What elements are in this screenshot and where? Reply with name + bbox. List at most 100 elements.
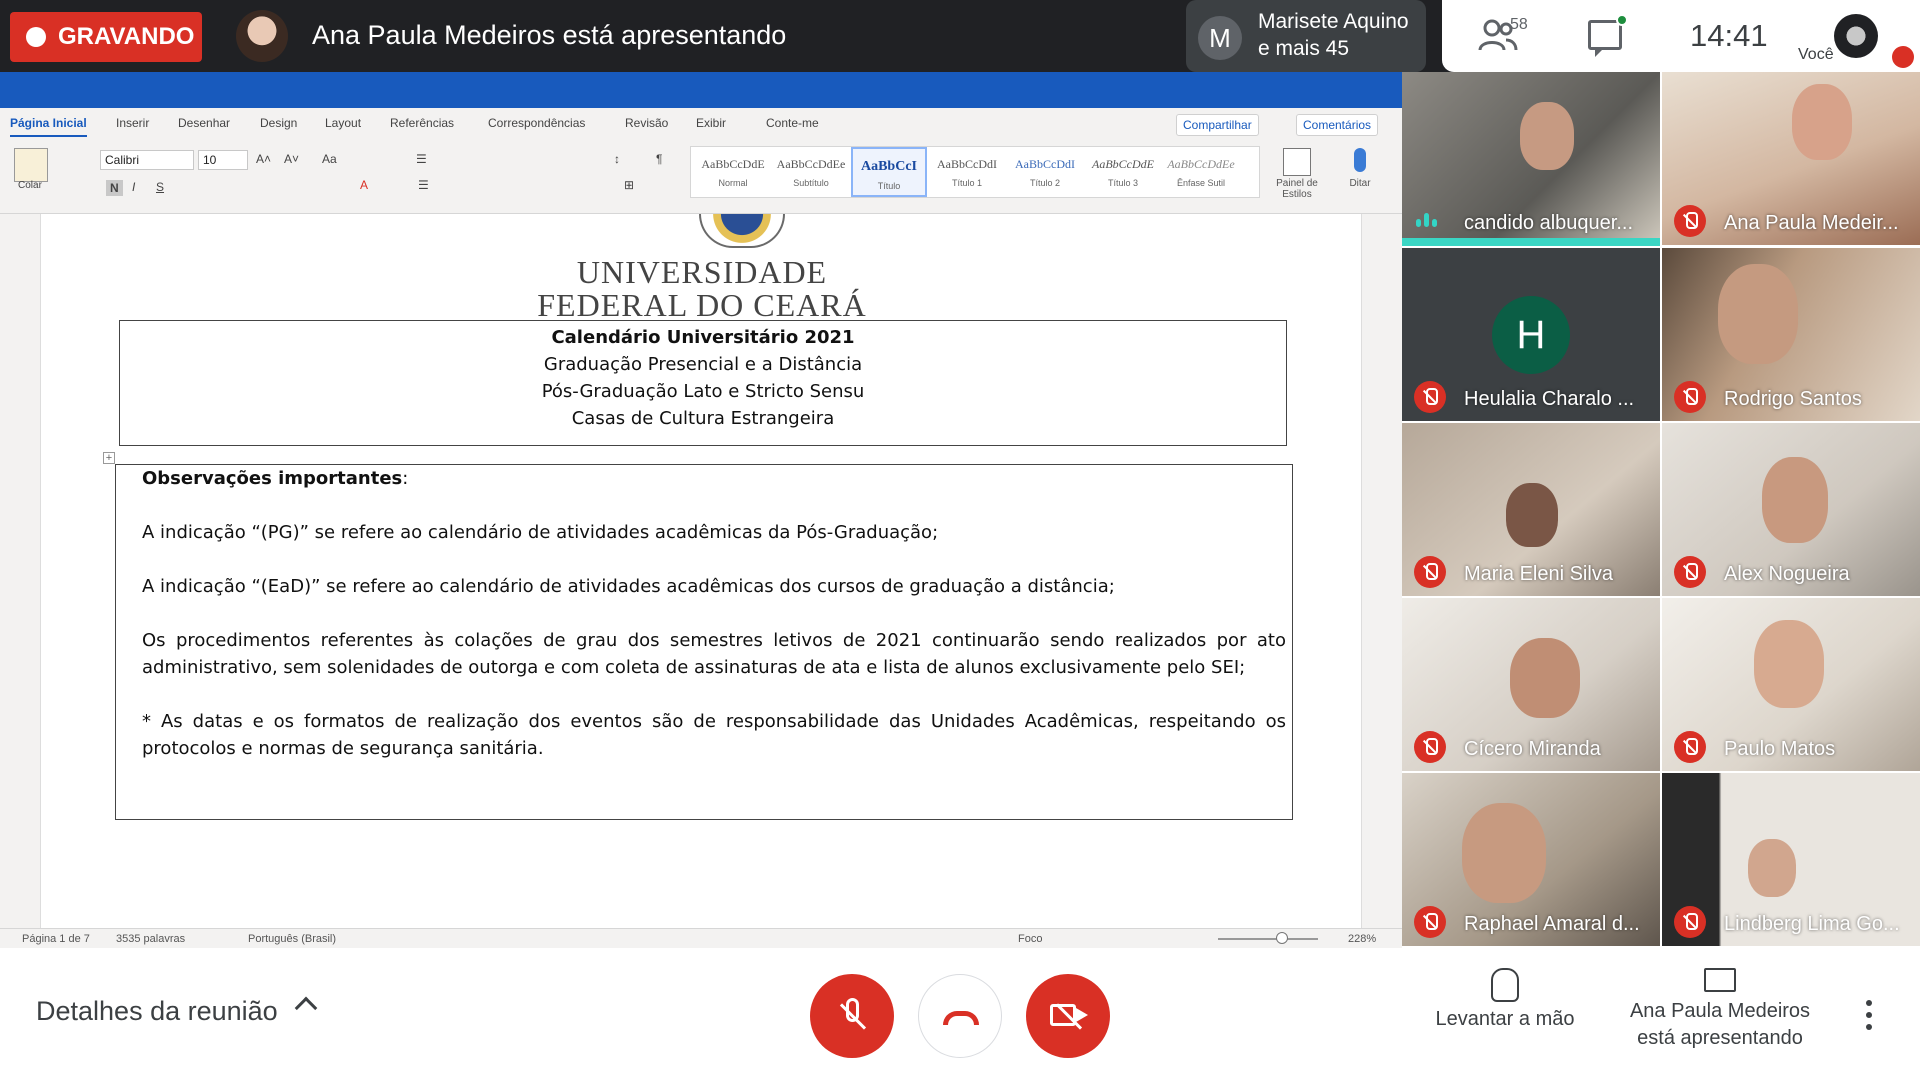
- tab-inserir[interactable]: Inserir: [116, 116, 149, 130]
- participant-video: [1510, 638, 1580, 718]
- paragraph-mark-icon[interactable]: ¶: [656, 152, 662, 166]
- comments-button[interactable]: Comentários: [1296, 114, 1379, 136]
- muted-icon: [1674, 556, 1706, 588]
- participant-tile[interactable]: Raphael Amaral d...: [1402, 773, 1660, 946]
- you-label: Você: [1798, 46, 1834, 63]
- note-ead: A indicação “(EaD)” se refere ao calendá…: [142, 576, 1115, 597]
- leave-call-button[interactable]: [918, 974, 1002, 1058]
- calendar-title: Calendário Universitário 2021: [551, 327, 855, 348]
- speaking-indicator-icon: [1416, 211, 1442, 231]
- other-participants-chip[interactable]: M Marisete Aquino e mais 45: [1186, 0, 1426, 72]
- clipboard-icon[interactable]: [14, 148, 48, 182]
- calendar-subtitle-3: Casas de Cultura Estrangeira: [571, 408, 835, 429]
- record-dot-icon: [26, 27, 46, 47]
- tab-referencias[interactable]: Referências: [390, 116, 454, 130]
- tab-exibir[interactable]: Exibir: [696, 116, 726, 130]
- participant-name: Heulalia Charalo ...: [1464, 388, 1635, 410]
- tab-correspondencias[interactable]: Correspondências: [488, 116, 585, 130]
- chevron-up-icon[interactable]: [294, 996, 318, 1020]
- note-pg: A indicação “(PG)” se refere ao calendár…: [142, 522, 939, 543]
- participant-tile[interactable]: Lindberg Lima Go...: [1662, 773, 1920, 946]
- grow-font-icon[interactable]: A˄: [256, 152, 271, 166]
- presenter-text: Ana Paula Medeiros está apresentando: [312, 20, 787, 50]
- dictate-button[interactable]: Ditar: [1338, 148, 1382, 189]
- tab-revisao[interactable]: Revisão: [625, 116, 668, 130]
- university-name-line-1: UNIVERSIDADE: [576, 254, 828, 290]
- zoom-slider-handle[interactable]: [1276, 932, 1288, 944]
- recording-label: GRAVANDO: [58, 23, 195, 50]
- participant-tile[interactable]: Paulo Matos: [1662, 598, 1920, 771]
- style-subtitulo[interactable]: AaBbCcDdEe Subtítulo: [773, 147, 849, 197]
- muted-icon: [1414, 731, 1446, 763]
- camera-toggle-button[interactable]: [1026, 974, 1110, 1058]
- status-language[interactable]: Português (Brasil): [248, 933, 336, 945]
- style-titulo-3[interactable]: AaBbCcDdE Título 3: [1085, 147, 1161, 197]
- sort-icon[interactable]: ↕: [614, 152, 620, 166]
- presenting-button[interactable]: Ana Paula Medeiros está apresentando: [1620, 968, 1820, 1052]
- people-count: 58: [1510, 16, 1528, 33]
- participant-tile[interactable]: Cícero Miranda: [1402, 598, 1660, 771]
- self-muted-icon: [1892, 46, 1914, 68]
- self-avatar[interactable]: [1834, 14, 1878, 58]
- others-line-1: Marisete Aquino: [1258, 10, 1409, 33]
- hand-icon: [1491, 968, 1519, 1002]
- tab-design[interactable]: Design: [260, 116, 297, 130]
- paste-label: Colar: [18, 180, 42, 191]
- font-name-select[interactable]: Calibri: [100, 150, 194, 170]
- style-titulo[interactable]: AaBbCcI Título: [851, 147, 927, 197]
- raise-hand-button[interactable]: Levantar a mão: [1426, 968, 1584, 1031]
- style-titulo-2[interactable]: AaBbCcDdI Título 2: [1007, 147, 1083, 197]
- hang-up-icon: [943, 1011, 979, 1025]
- status-zoom[interactable]: 228%: [1348, 933, 1376, 945]
- align-left-icon[interactable]: ☰: [418, 178, 429, 192]
- font-color-icon[interactable]: A: [360, 178, 368, 192]
- bold-button[interactable]: N: [106, 180, 123, 196]
- change-case-icon[interactable]: Aa: [322, 152, 337, 166]
- tab-desenhar[interactable]: Desenhar: [178, 116, 230, 130]
- meeting-hud: 58 14:41 Você: [1442, 0, 1920, 72]
- styles-pane-button[interactable]: Painel de Estilos: [1268, 148, 1326, 200]
- microphone-toggle-button[interactable]: [810, 974, 894, 1058]
- status-focus[interactable]: Foco: [1018, 933, 1042, 945]
- share-button[interactable]: Compartilhar: [1176, 114, 1259, 136]
- more-options-icon[interactable]: [1866, 1000, 1872, 1030]
- document-page[interactable]: UNIVERSIDADE FEDERAL DO CEARÁ Calendário…: [40, 214, 1362, 928]
- font-size-select[interactable]: 10: [198, 150, 248, 170]
- notes-heading: Observações importantes:: [142, 468, 409, 489]
- active-speaker-bar: [1402, 238, 1660, 246]
- tab-layout[interactable]: Layout: [325, 116, 361, 130]
- style-normal[interactable]: AaBbCcDdE Normal: [695, 147, 771, 197]
- meeting-details-button[interactable]: Detalhes da reunião: [36, 996, 278, 1027]
- table-move-handle-icon[interactable]: +: [103, 452, 115, 464]
- zoom-slider-track[interactable]: [1218, 938, 1318, 940]
- participant-tile[interactable]: Ana Paula Medeir...: [1662, 72, 1920, 245]
- calendar-title-box: Calendário Universitário 2021 Graduação …: [119, 320, 1287, 446]
- recording-badge[interactable]: GRAVANDO: [10, 12, 202, 62]
- muted-icon: [1674, 731, 1706, 763]
- borders-icon[interactable]: ⊞: [624, 178, 634, 192]
- participant-tile[interactable]: candido albuquer...: [1402, 72, 1660, 245]
- chat-notification-dot: [1616, 14, 1628, 26]
- tab-pagina-inicial[interactable]: Página Inicial: [10, 116, 87, 137]
- calendar-subtitle-1: Graduação Presencial e a Distância: [543, 354, 863, 375]
- participant-tile[interactable]: Alex Nogueira: [1662, 423, 1920, 596]
- underline-button[interactable]: S: [156, 180, 164, 194]
- style-titulo-1[interactable]: AaBbCcDdI Título 1: [929, 147, 1005, 197]
- participant-name: Lindberg Lima Go...: [1724, 913, 1900, 935]
- shrink-font-icon[interactable]: A˅: [284, 152, 299, 166]
- status-page[interactable]: Página 1 de 7: [22, 933, 90, 945]
- participant-tile[interactable]: H Heulalia Charalo ...: [1402, 248, 1660, 421]
- participant-video: [1520, 102, 1574, 170]
- meet-window: GRAVANDO Ana Paula Medeiros está apresen…: [0, 0, 1920, 1080]
- participant-name: Rodrigo Santos: [1724, 388, 1862, 410]
- tab-conte-me[interactable]: Conte-me: [766, 116, 819, 130]
- style-enfase-sutil[interactable]: AaBbCcDdEe Ênfase Sutil: [1163, 147, 1239, 197]
- status-words[interactable]: 3535 palavras: [116, 933, 185, 945]
- university-seal: [699, 214, 785, 248]
- chat-icon[interactable]: [1588, 20, 1622, 57]
- italic-button[interactable]: I: [132, 180, 135, 194]
- participant-tile[interactable]: Maria Eleni Silva: [1402, 423, 1660, 596]
- participant-tile[interactable]: Rodrigo Santos: [1662, 248, 1920, 421]
- bullets-icon[interactable]: ☰: [416, 152, 427, 166]
- muted-icon: [1674, 906, 1706, 938]
